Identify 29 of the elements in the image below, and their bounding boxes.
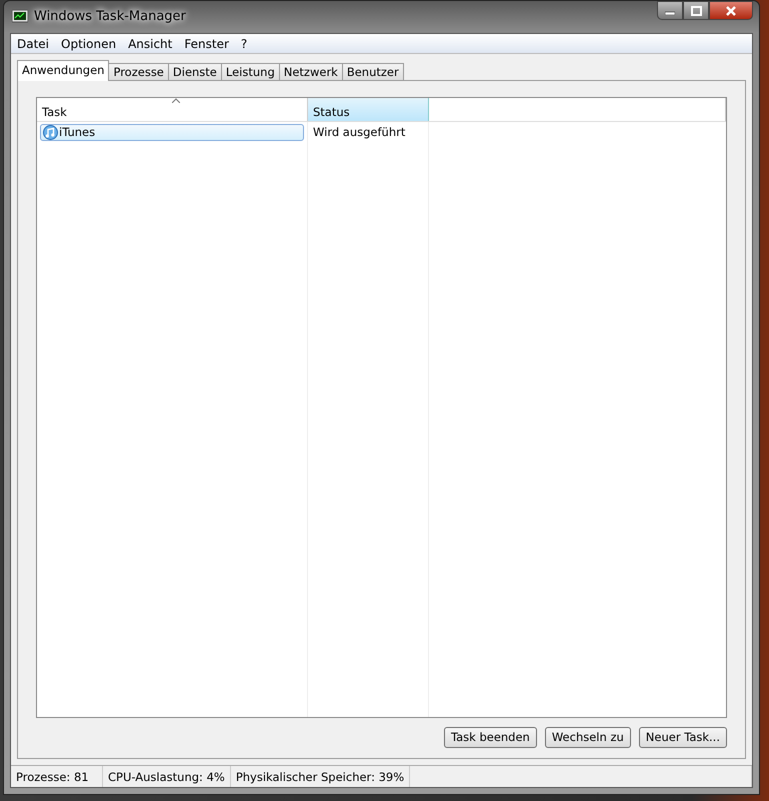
tab[interactable]: Leistung: [220, 63, 280, 81]
minimize-button[interactable]: [657, 1, 683, 20]
tab[interactable]: Netzwerk: [278, 63, 343, 81]
action-button[interactable]: Neuer Task...: [638, 727, 727, 748]
action-button[interactable]: Wechseln zu: [544, 727, 631, 748]
menu-item[interactable]: Fenster: [178, 34, 235, 53]
window-title: Windows Task-Manager: [34, 8, 186, 26]
status-text: Prozesse: 81: [11, 766, 103, 787]
tab[interactable]: Anwendungen: [17, 60, 110, 81]
menu-item[interactable]: Datei: [11, 34, 56, 53]
status-text: Physikalischer Speicher: 39%: [230, 766, 410, 787]
status-text: Wird ausgeführt: [313, 124, 406, 141]
status-text: CPU-Auslastung: 4%: [103, 766, 231, 787]
close-icon: [725, 6, 737, 16]
menu-item[interactable]: ?: [234, 34, 254, 53]
tab[interactable]: Prozesse: [108, 63, 169, 81]
tab[interactable]: Dienste: [168, 63, 222, 81]
action-button[interactable]: Task beenden: [444, 727, 537, 748]
maximize-button[interactable]: [683, 1, 709, 20]
tab[interactable]: Benutzer: [342, 63, 404, 81]
column-header[interactable]: Status: [308, 98, 429, 121]
task-row[interactable]: iTunes: [40, 124, 304, 141]
menu-item[interactable]: Optionen: [55, 34, 122, 53]
maximize-icon: [690, 6, 702, 16]
close-button[interactable]: [709, 1, 753, 20]
menu-item[interactable]: Ansicht: [122, 34, 178, 53]
app-icon: [12, 10, 28, 24]
music-note-icon: [43, 125, 58, 140]
task-name: iTunes: [59, 124, 96, 141]
